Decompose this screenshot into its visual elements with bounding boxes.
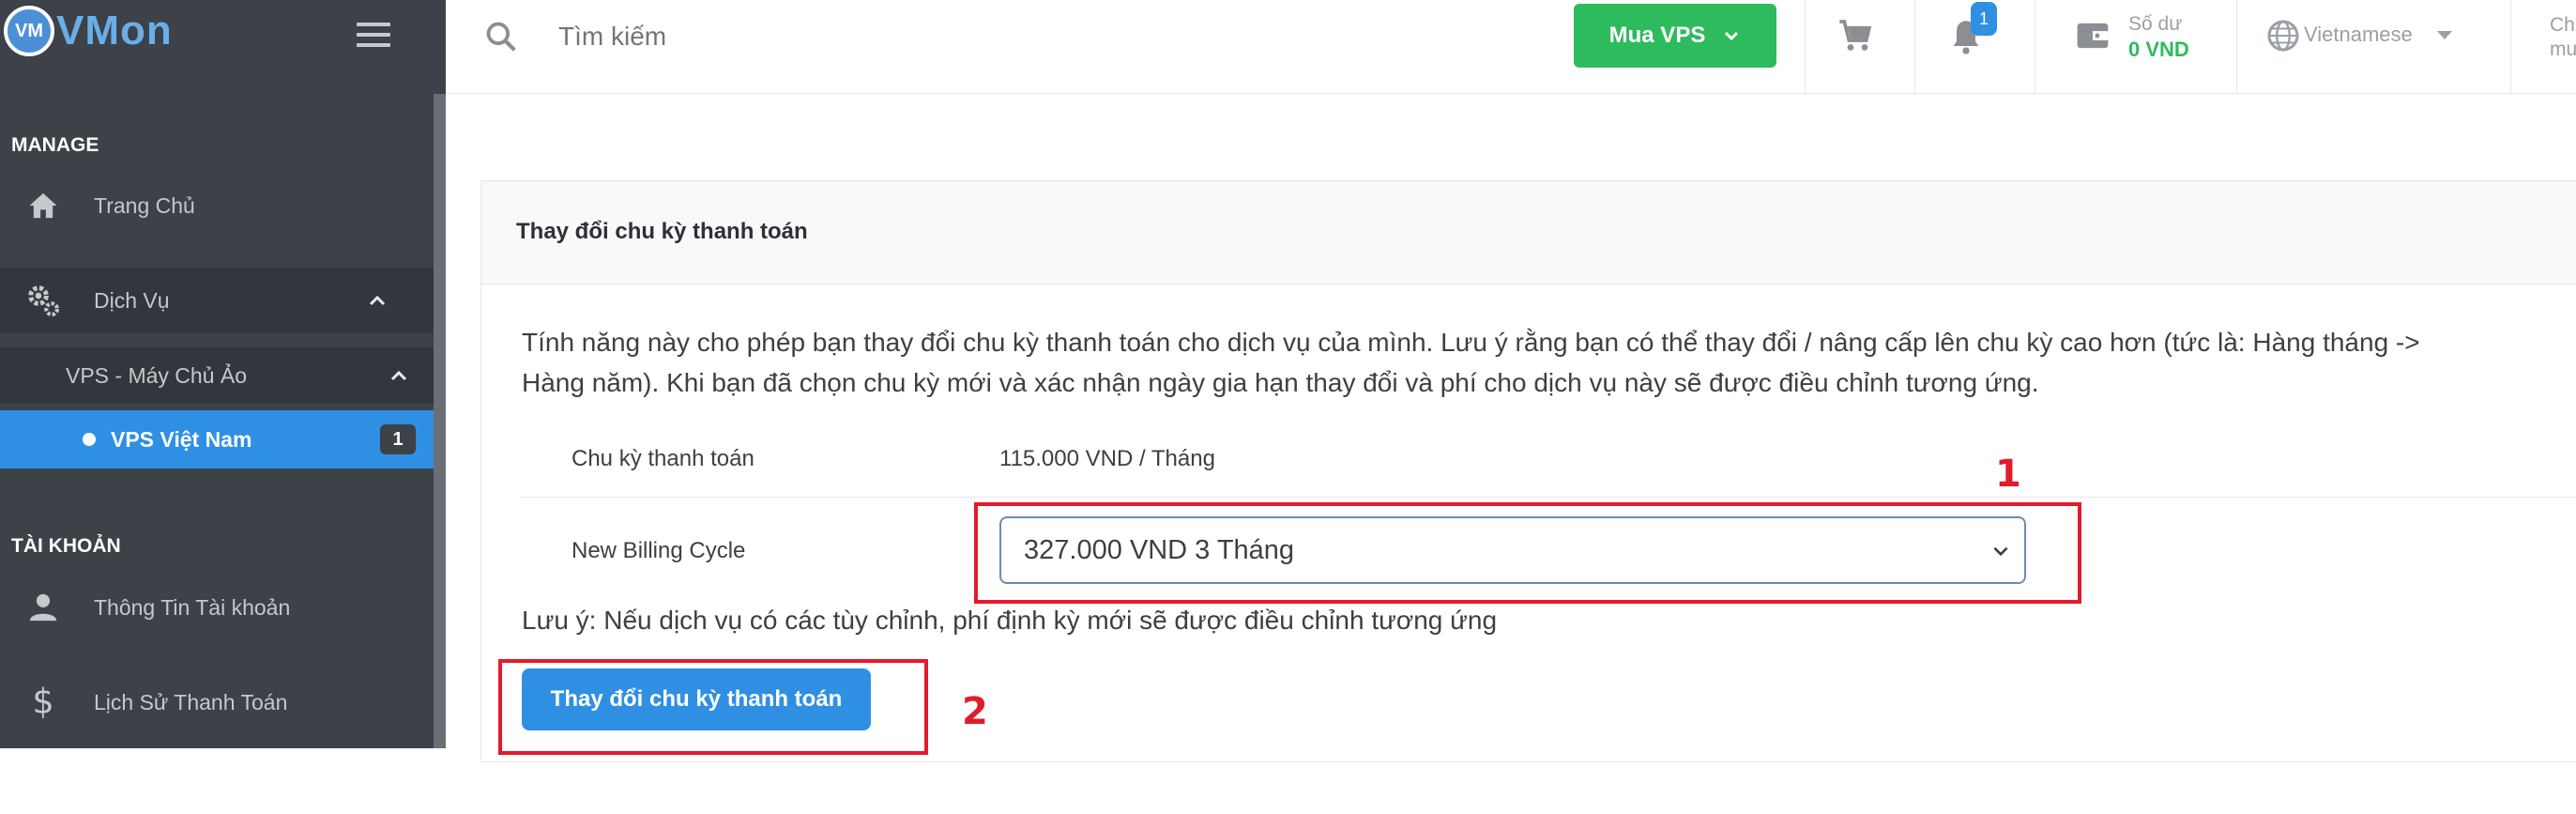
search-icon[interactable] <box>483 19 519 59</box>
sidebar-item-vps-vietnam[interactable]: VPS Việt Nam 1 <box>0 410 446 468</box>
annotation-number-2: 2 <box>962 690 988 733</box>
brand-name: VMon <box>56 8 173 54</box>
balance-value: 0 VND <box>2128 38 2189 61</box>
current-cycle-value: 115.000 VND / Tháng <box>999 446 1215 471</box>
adjustment-note: Lưu ý: Nếu dịch vụ có các tùy chỉnh, phí… <box>522 606 1498 635</box>
sidebar-item-home[interactable]: Trang Chủ <box>0 173 434 238</box>
annotation-box-2 <box>498 659 928 755</box>
card-header: Thay đổi chu kỳ thanh toán <box>481 181 2576 284</box>
sidebar-item-payments[interactable]: $ Lịch Sử Thanh Toán <box>0 669 434 735</box>
home-icon <box>24 187 62 224</box>
description-line: Hàng năm). Khi bạn đã chọn chu kỳ mới và… <box>522 368 2039 397</box>
buy-vps-button[interactable]: Mua VPS <box>1574 4 1776 68</box>
user-menu-line: mu <box>2550 38 2576 60</box>
language-select[interactable]: Vietnamese <box>2304 23 2413 47</box>
chevron-up-icon <box>369 295 386 306</box>
user-menu-line: Ch <box>2550 14 2575 36</box>
cart-icon[interactable] <box>1837 17 1874 59</box>
caret-down-icon[interactable] <box>2437 31 2452 39</box>
annotation-box-1 <box>974 502 2081 604</box>
card-title: Thay đổi chu kỳ thanh toán <box>516 219 808 244</box>
sidebar-item-label: Trang Chủ <box>94 192 195 218</box>
sidebar: VM VMon MANAGE Trang Chủ Dịch Vụ VPS - M… <box>0 0 446 748</box>
gears-icon <box>24 282 62 319</box>
description-line: Tính năng này cho phép bạn thay đổi chu … <box>522 328 2420 357</box>
search-input[interactable] <box>558 17 1028 56</box>
divider <box>1914 0 1915 94</box>
brand-logo: VM <box>4 6 54 56</box>
topbar: Mua VPS 1 Số dư 0 VND Vietnamese Ch mu <box>446 0 2576 94</box>
svg-text:$: $ <box>32 683 53 721</box>
sidebar-item-label: VPS - Máy Chủ Ảo <box>66 362 248 388</box>
section-label-account: TÀI KHOẢN <box>11 535 121 557</box>
globe-icon[interactable] <box>2266 19 2300 57</box>
notification-badge: 1 <box>1971 2 1997 36</box>
divider <box>520 497 2576 498</box>
chevron-down-icon <box>1725 31 1739 41</box>
balance-label: Số dư <box>2128 13 2183 35</box>
menu-toggle-icon[interactable] <box>357 23 390 47</box>
sidebar-item-label: VPS Việt Nam <box>111 426 252 452</box>
sidebar-scrollbar[interactable] <box>434 94 446 748</box>
count-badge: 1 <box>380 424 416 454</box>
dollar-icon: $ <box>24 683 62 721</box>
current-cycle-label: Chu kỳ thanh toán <box>572 446 755 471</box>
divider <box>2236 0 2237 94</box>
user-menu[interactable]: Ch mu <box>2550 13 2576 62</box>
wallet-icon <box>2074 19 2111 57</box>
divider <box>2510 0 2511 94</box>
sidebar-item-vps[interactable]: VPS - Máy Chủ Ảo <box>0 347 446 404</box>
new-cycle-label: New Billing Cycle <box>572 538 746 563</box>
sidebar-item-label: Lịch Sử Thanh Toán <box>94 689 288 714</box>
buy-vps-label: Mua VPS <box>1608 23 1706 48</box>
sidebar-item-account[interactable]: Thông Tin Tài khoản <box>0 575 434 640</box>
divider <box>1805 0 1806 94</box>
sidebar-item-label: Thông Tin Tài khoản <box>94 594 291 620</box>
user-icon <box>24 589 62 626</box>
sidebar-item-services[interactable]: Dịch Vụ <box>0 268 434 333</box>
card-description: Tính năng này cho phép bạn thay đổi chu … <box>522 322 2576 403</box>
chevron-up-icon <box>390 370 407 381</box>
section-label-manage: MANAGE <box>11 134 99 156</box>
bullet-icon <box>83 433 96 446</box>
annotation-number-1: 1 <box>1995 453 2021 496</box>
sidebar-item-label: Dịch Vụ <box>94 287 170 313</box>
